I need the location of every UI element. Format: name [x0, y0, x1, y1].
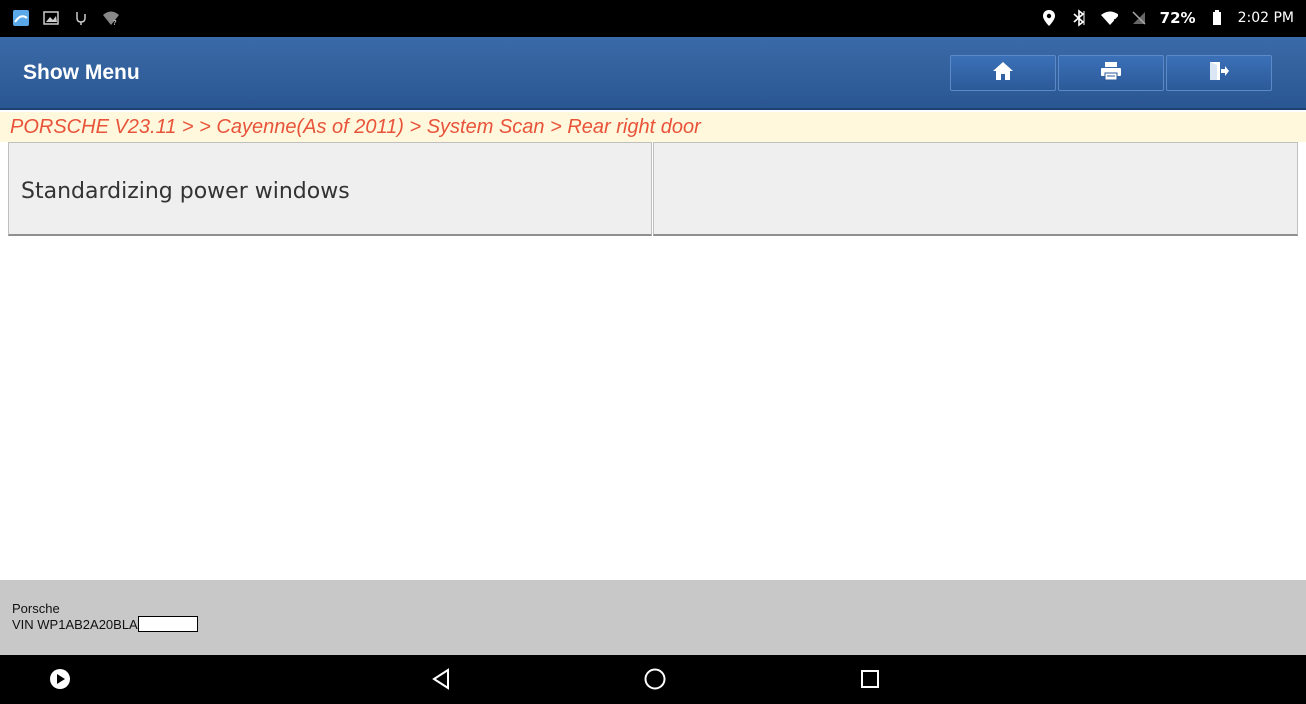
- home-icon: [992, 61, 1014, 86]
- wifi-icon: !: [1100, 9, 1118, 27]
- home-nav-button[interactable]: [641, 667, 669, 695]
- no-signal-icon: [1130, 9, 1148, 27]
- vehicle-vin: VIN WP1AB2A20BLA: [12, 616, 198, 632]
- app-header: Show Menu: [0, 37, 1306, 110]
- status-bar: ? ! 72% 2:02 PM: [0, 0, 1306, 37]
- menu-item-empty[interactable]: [653, 142, 1298, 236]
- battery-icon: [1208, 9, 1226, 27]
- back-button[interactable]: [427, 667, 455, 695]
- svg-text:!: !: [1113, 18, 1117, 26]
- back-icon: [431, 667, 451, 695]
- battery-percent: 72%: [1159, 9, 1196, 27]
- system-nav-bar: [0, 655, 1306, 704]
- clock: 2:02 PM: [1237, 10, 1294, 26]
- exit-icon: [1208, 61, 1230, 86]
- home-button[interactable]: [950, 55, 1056, 91]
- exit-button[interactable]: [1166, 55, 1272, 91]
- breadcrumb: PORSCHE V23.11 > > Cayenne(As of 2011) >…: [0, 112, 1306, 142]
- menu-item-standardizing-power-windows[interactable]: Standardizing power windows: [8, 142, 652, 236]
- recents-button[interactable]: [856, 667, 884, 695]
- usb-icon: [72, 9, 90, 27]
- print-icon: [1100, 61, 1122, 86]
- menu-item-label: Standardizing power windows: [21, 179, 350, 204]
- vin-text: VIN WP1AB2A20BLA: [12, 616, 138, 632]
- vin-redaction-box: [137, 616, 198, 632]
- print-button[interactable]: [1058, 55, 1164, 91]
- recents-icon: [860, 669, 880, 694]
- status-left-icons: ?: [12, 9, 120, 27]
- location-icon: [1040, 9, 1058, 27]
- wifi-unknown-icon: ?: [102, 9, 120, 27]
- svg-text:?: ?: [113, 19, 117, 26]
- play-icon: [49, 668, 71, 695]
- app-icon: [12, 9, 30, 27]
- play-button[interactable]: [46, 667, 74, 695]
- bluetooth-icon: [1070, 9, 1088, 27]
- vehicle-info-footer: Porsche VIN WP1AB2A20BLA: [0, 580, 1306, 655]
- vehicle-make: Porsche: [12, 601, 60, 616]
- home-circle-icon: [643, 667, 667, 696]
- status-right: ! 72% 2:02 PM: [1040, 9, 1294, 27]
- page-title: Show Menu: [23, 61, 140, 84]
- image-icon: [42, 9, 60, 27]
